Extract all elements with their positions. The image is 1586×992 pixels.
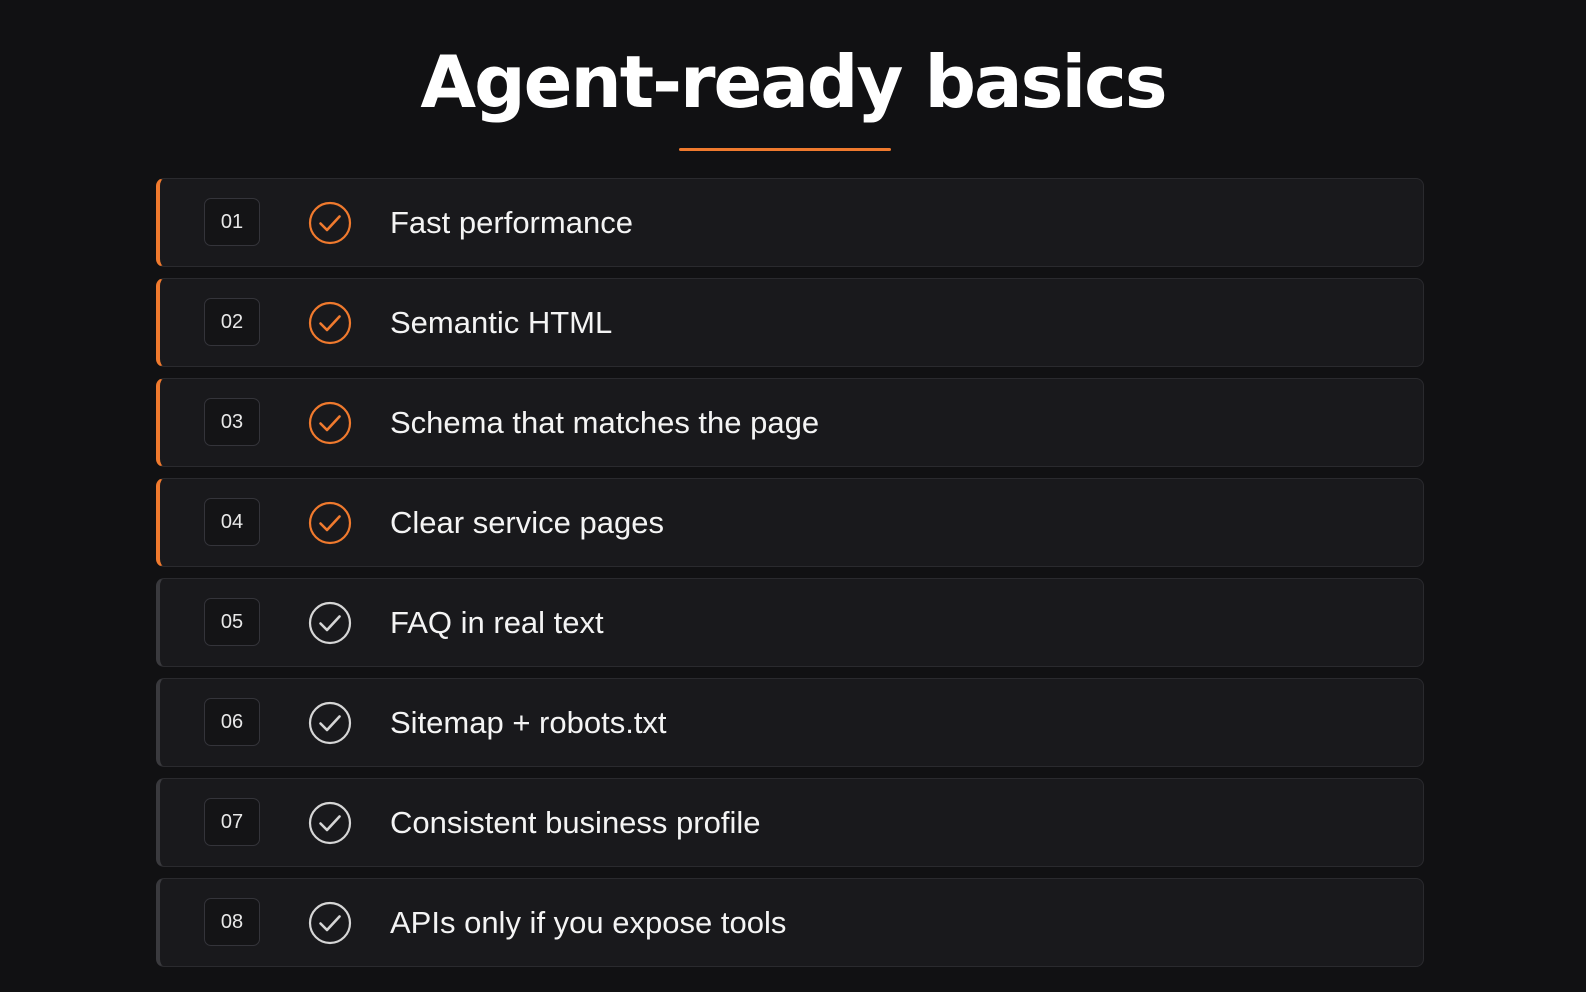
item-label: APIs only if you expose tools [390,904,787,940]
item-label: Semantic HTML [390,304,613,340]
checklist-row: 02 Semantic HTML [156,278,1424,367]
item-label: Sitemap + robots.txt [390,704,667,740]
check-circle-icon [308,801,352,845]
item-number-badge: 01 [204,198,260,246]
checklist-row: 07 Consistent business profile [156,778,1424,867]
item-label: Schema that matches the page [390,404,820,440]
checklist: 01 Fast performance 02 Semantic HTML 03 … [156,178,1424,978]
check-circle-icon [308,201,352,245]
item-label: Clear service pages [390,504,664,540]
item-label: Fast performance [390,204,633,240]
checklist-row: 05 FAQ in real text [156,578,1424,667]
check-circle-icon [308,901,352,945]
title-wrap: Agent-ready basics [0,38,1586,126]
item-number-badge: 04 [204,498,260,546]
check-circle-icon [308,701,352,745]
item-number-badge: 03 [204,398,260,446]
item-label: FAQ in real text [390,604,604,640]
checklist-row: 08 APIs only if you expose tools [156,878,1424,967]
item-number-badge: 08 [204,898,260,946]
title-underline [679,148,891,151]
checklist-row: 06 Sitemap + robots.txt [156,678,1424,767]
page-title: Agent-ready basics [420,40,1167,124]
item-label: Consistent business profile [390,804,761,840]
checklist-row: 01 Fast performance [156,178,1424,267]
item-number-badge: 02 [204,298,260,346]
check-circle-icon [308,601,352,645]
item-number-badge: 06 [204,698,260,746]
check-circle-icon [308,501,352,545]
item-number-badge: 07 [204,798,260,846]
item-number-badge: 05 [204,598,260,646]
checklist-row: 04 Clear service pages [156,478,1424,567]
check-circle-icon [308,401,352,445]
checklist-row: 03 Schema that matches the page [156,378,1424,467]
check-circle-icon [308,301,352,345]
